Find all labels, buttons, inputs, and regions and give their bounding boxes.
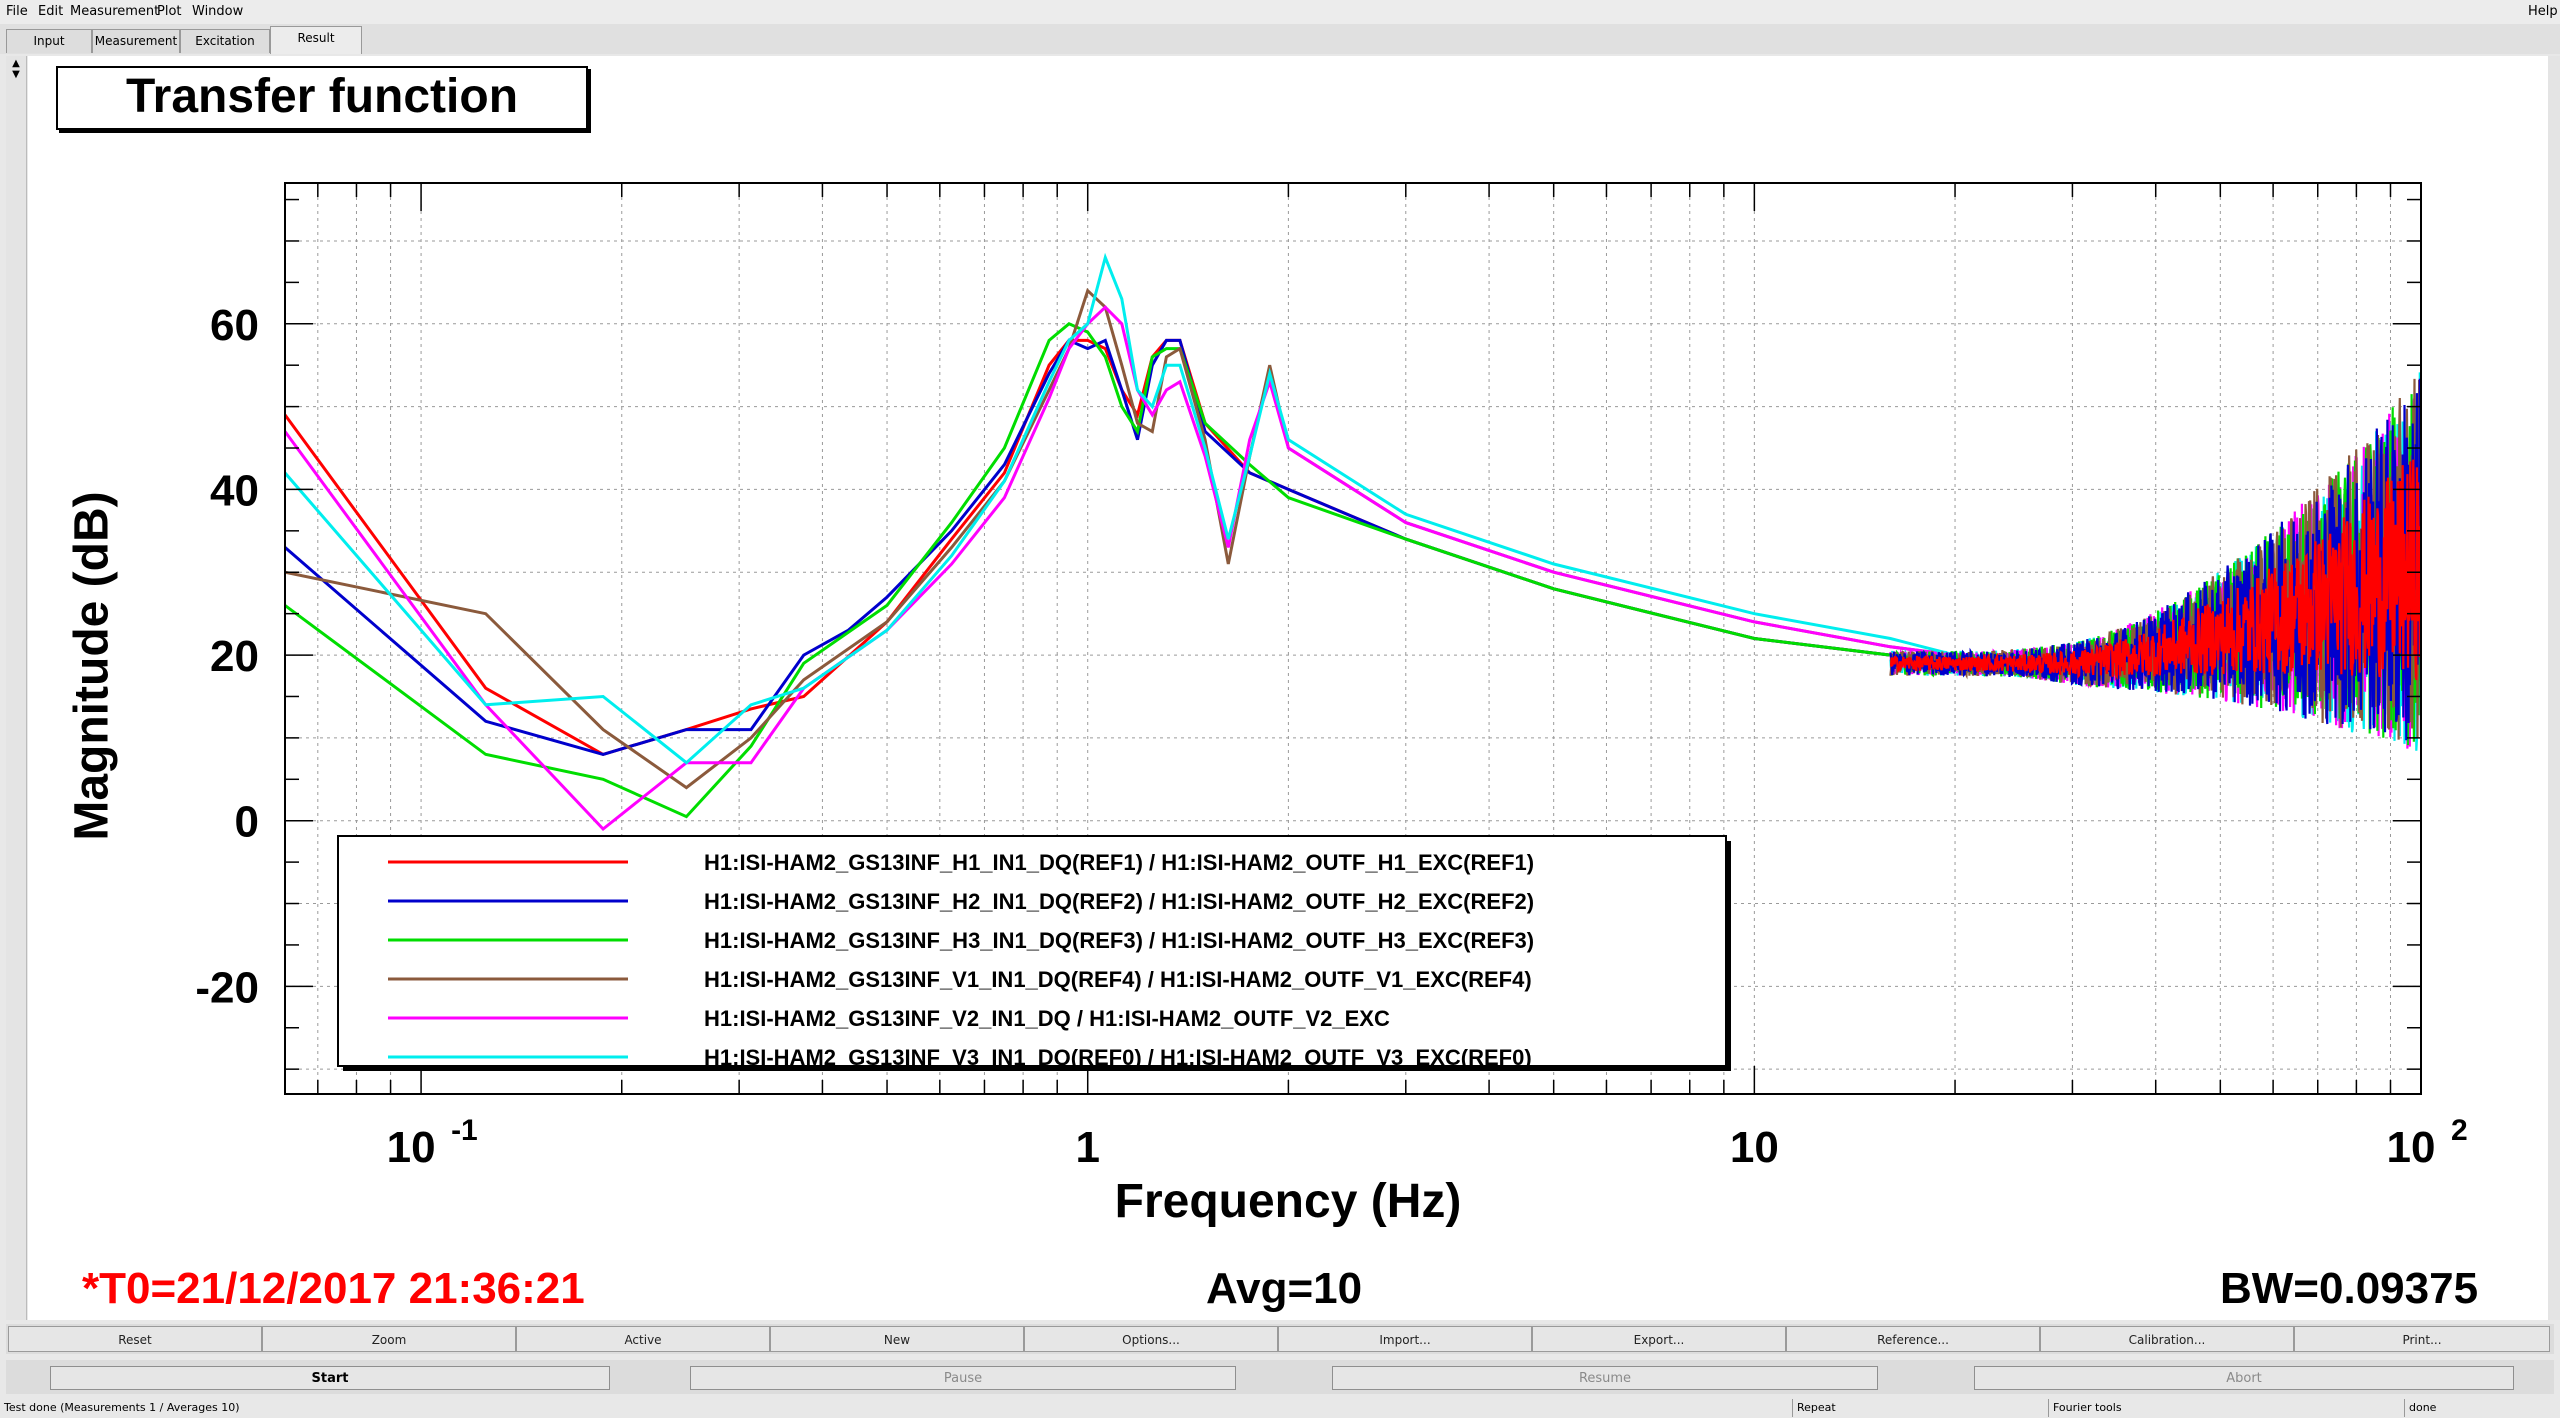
y-tick-label: 20 [210, 632, 259, 681]
legend-entry-1: H1:ISI-HAM2_GS13INF_H2_IN1_DQ(REF2) / H1… [704, 889, 1534, 914]
tab-input[interactable]: Input [6, 29, 92, 53]
menu-plot[interactable]: Plot [157, 4, 182, 19]
plot-canvas[interactable]: -20 0 20 40 60 10 -1 1 10 10 2 H1:ISI-HAM2_GS13INF… [28, 56, 2548, 1320]
resume-button[interactable]: Resume [1332, 1366, 1878, 1390]
x-tick-label: 10 [387, 1123, 436, 1172]
plot-title-box: Transfer function [56, 66, 588, 130]
menu-edit[interactable]: Edit [38, 4, 63, 19]
tab-bar: Input Measurement Excitation Result [0, 24, 2560, 54]
legend-entry-4: H1:ISI-HAM2_GS13INF_V2_IN1_DQ / H1:ISI-H… [704, 1006, 1390, 1031]
new-button[interactable]: New [770, 1326, 1024, 1352]
x-tick-label: 10 [2387, 1123, 2436, 1172]
x-tick-label: 1 [1075, 1123, 1099, 1172]
y-axis-label: Magnitude (dB) [65, 491, 119, 841]
avg-label: Avg=10 [1206, 1264, 1363, 1313]
legend-entry-3: H1:ISI-HAM2_GS13INF_V1_IN1_DQ(REF4) / H1… [704, 967, 1532, 992]
scroll-down-arrow-icon[interactable]: ▼ [6, 69, 26, 80]
measurement-controls: Start Pause Resume Abort [6, 1360, 2554, 1394]
x-tick-label: 10 [1730, 1123, 1779, 1172]
menu-window[interactable]: Window [192, 4, 243, 19]
series-line-3 [285, 287, 1956, 790]
y-tick-label: -20 [195, 963, 259, 1012]
export-button[interactable]: Export... [1532, 1326, 1786, 1352]
tab-excitation[interactable]: Excitation [180, 29, 270, 53]
plot-legend: H1:ISI-HAM2_GS13INF_H1_IN1_DQ(REF1) / H1… [337, 835, 1731, 1071]
legend-entry-2: H1:ISI-HAM2_GS13INF_H3_IN1_DQ(REF3) / H1… [704, 928, 1534, 953]
pause-button[interactable]: Pause [690, 1366, 1236, 1390]
bw-label: BW=0.09375 [2220, 1264, 2479, 1313]
transfer-function-plot[interactable]: -20 0 20 40 60 10 -1 1 10 10 2 H1:ISI-HAM2_GS13INF… [28, 56, 2548, 1320]
left-scrollbar[interactable]: ▲ ▼ [6, 56, 27, 1320]
menu-measurement[interactable]: Measurement [70, 4, 159, 19]
y-tick-label: 40 [210, 466, 259, 515]
plot-series [285, 252, 1956, 832]
print-button[interactable]: Print... [2294, 1326, 2550, 1352]
active-button[interactable]: Active [516, 1326, 770, 1352]
legend-entry-0: H1:ISI-HAM2_GS13INF_H1_IN1_DQ(REF1) / H1… [704, 850, 1534, 875]
menu-bar: File Edit Measurement Plot Window Help [0, 0, 2560, 24]
status-bar: Test done (Measurements 1 / Averages 10)… [0, 1396, 2560, 1418]
start-button[interactable]: Start [50, 1366, 610, 1390]
y-tick-label: 60 [210, 301, 259, 350]
zoom-button[interactable]: Zoom [262, 1326, 516, 1352]
plot-title: Transfer function [125, 70, 519, 123]
import-button[interactable]: Import... [1278, 1326, 1532, 1352]
status-message: Test done (Measurements 1 / Averages 10) [4, 1401, 240, 1414]
options-button[interactable]: Options... [1024, 1326, 1278, 1352]
status-tools: Fourier tools [2048, 1399, 2393, 1417]
abort-button[interactable]: Abort [1974, 1366, 2514, 1390]
x-tick-exponent: 2 [2451, 1114, 2468, 1147]
menu-help[interactable]: Help [2528, 4, 2558, 19]
status-repeat: Repeat [1792, 1399, 2047, 1417]
tab-measurement[interactable]: Measurement [92, 29, 180, 53]
menu-file[interactable]: File [6, 4, 28, 19]
reference-button[interactable]: Reference... [1786, 1326, 2040, 1352]
series-line-2 [285, 322, 1956, 819]
legend-entry-5: H1:ISI-HAM2_GS13INF_V3_IN1_DQ(REF0) / H1… [704, 1045, 1532, 1070]
y-tick-label: 0 [235, 798, 259, 847]
plot-toolbar: Reset Zoom Active New Options... Import.… [6, 1324, 2554, 1354]
status-state: done [2404, 1399, 2549, 1417]
right-scrollbar[interactable] [2548, 56, 2560, 1320]
calibration-button[interactable]: Calibration... [2040, 1326, 2294, 1352]
tab-result[interactable]: Result [270, 26, 362, 54]
x-tick-exponent: -1 [451, 1114, 478, 1147]
series-line-5 [285, 252, 1956, 765]
x-axis-label: Frequency (Hz) [1114, 1175, 1462, 1228]
scroll-up-arrow-icon[interactable]: ▲ [6, 58, 26, 69]
t0-label: *T0=21/12/2017 21:36:21 [82, 1264, 585, 1313]
reset-button[interactable]: Reset [8, 1326, 262, 1352]
